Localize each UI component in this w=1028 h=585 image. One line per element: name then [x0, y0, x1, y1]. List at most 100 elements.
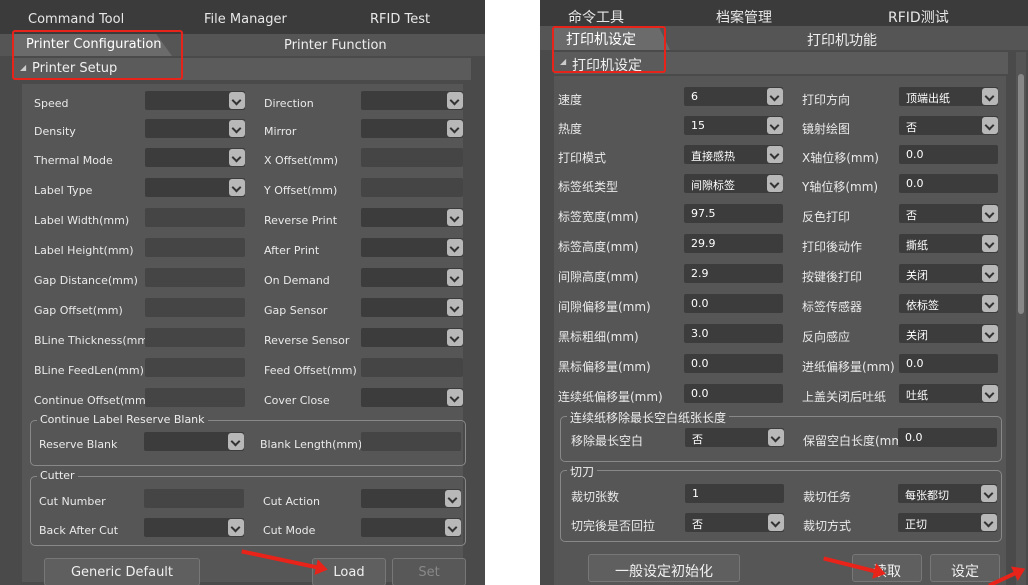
chevron-down-icon — [767, 175, 783, 192]
chevron-down-icon — [447, 389, 463, 406]
chevron-down-icon — [982, 325, 998, 342]
label-type-select[interactable] — [145, 178, 245, 197]
label-reverse-sensor: Reverse Sensor — [264, 334, 350, 347]
cut-action-select[interactable]: 每张都切 — [898, 484, 997, 503]
back-after-cut-select[interactable]: 否 — [685, 513, 784, 532]
speed-select[interactable] — [145, 91, 245, 110]
gap-offset-input[interactable] — [145, 298, 245, 317]
label-label-width: 标签宽度(mm) — [558, 210, 639, 224]
speed-select[interactable]: 6 — [684, 87, 783, 106]
on-demand-select[interactable] — [361, 268, 463, 287]
cut-mode-select[interactable]: 正切 — [898, 513, 997, 532]
chevron-down-icon — [445, 519, 461, 536]
blank-length-input[interactable]: 0.0 — [898, 428, 997, 447]
mirror-select[interactable]: 否 — [899, 116, 998, 135]
direction-select[interactable]: 顶端出纸 — [899, 87, 998, 106]
nav-file-manager[interactable]: File Manager — [204, 12, 287, 27]
bline-feedlen-input[interactable]: 0.0 — [684, 354, 783, 373]
density-select[interactable]: 15 — [684, 116, 783, 135]
gap-distance-input[interactable] — [145, 268, 245, 287]
label-height-input[interactable]: 29.9 — [684, 234, 783, 253]
bline-feedlen-input[interactable] — [145, 358, 245, 377]
generic-default-button[interactable]: Generic Default — [44, 558, 200, 585]
bline-thickness-input[interactable] — [145, 328, 245, 347]
gap-sensor-select[interactable] — [361, 298, 463, 317]
label-thermal-mode: Thermal Mode — [34, 154, 113, 167]
nav-rfid-test[interactable]: RFID Test — [370, 12, 430, 27]
chevron-down-icon — [229, 92, 245, 109]
feed-offset-input[interactable]: 0.0 — [899, 354, 998, 373]
y-offset-input[interactable] — [361, 178, 463, 197]
gap-distance-input[interactable]: 2.9 — [684, 264, 783, 283]
gap-offset-input[interactable]: 0.0 — [684, 294, 783, 313]
y-offset-input[interactable]: 0.0 — [899, 174, 998, 193]
reverse-print-select[interactable] — [361, 208, 463, 227]
cover-close-select[interactable]: 吐纸 — [899, 384, 998, 403]
label-cut-action: 裁切任务 — [803, 490, 852, 504]
nav-rfid-test[interactable]: RFID测试 — [888, 7, 949, 27]
reverse-sensor-select[interactable] — [361, 328, 463, 347]
x-offset-input[interactable] — [361, 148, 463, 167]
label-type-select[interactable]: 间隙标签 — [684, 174, 783, 193]
bline-thickness-input[interactable]: 3.0 — [684, 324, 783, 343]
set-button[interactable]: 设定 — [930, 554, 1000, 582]
tab-printer-function[interactable]: 打印机功能 — [807, 30, 877, 50]
chevron-down-icon — [229, 149, 245, 166]
label-cut-action: Cut Action — [263, 495, 320, 508]
chevron-down-icon — [228, 433, 244, 450]
gap-sensor-select[interactable]: 依标签 — [899, 294, 998, 313]
reserve-blank-group: 连续纸移除最长空白纸张长度 移除最长空白 否 保留空白长度(mm) 0.0 — [560, 409, 1002, 462]
reverse-print-select[interactable]: 否 — [899, 204, 998, 223]
label-mirror: Mirror — [264, 125, 297, 138]
back-after-cut-select[interactable] — [144, 518, 244, 537]
feed-offset-input[interactable] — [361, 358, 463, 377]
label-after-print: 打印後动作 — [802, 240, 863, 254]
label-height-input[interactable] — [145, 238, 245, 257]
chevron-down-icon — [447, 120, 463, 137]
scrollbar-thumb[interactable] — [1018, 74, 1024, 314]
blank-length-input[interactable] — [361, 432, 461, 451]
chevron-down-icon — [229, 120, 245, 137]
set-button[interactable]: Set — [392, 558, 466, 585]
chinese-printer-panel: 命令工具 档案管理 RFID测试 打印机设定 打印机功能 ◢ 打印机设定 速度 … — [540, 0, 1028, 585]
reverse-sensor-select[interactable]: 关闭 — [899, 324, 998, 343]
label-bline-thickness: 黑标粗细(mm) — [558, 330, 639, 344]
cut-action-select[interactable] — [361, 489, 461, 508]
cut-number-input[interactable] — [144, 489, 244, 508]
reserve-blank-select[interactable] — [144, 432, 244, 451]
chevron-down-icon — [982, 295, 998, 312]
label-bline-feedlen: BLine FeedLen(mm) — [34, 364, 144, 377]
chevron-down-icon — [228, 519, 244, 536]
after-print-select[interactable]: 撕纸 — [899, 234, 998, 253]
continue-offset-input[interactable] — [145, 388, 245, 407]
label-gap-sensor: 标签传感器 — [802, 300, 863, 314]
generic-default-button[interactable]: 一般设定初始化 — [588, 554, 740, 582]
chevron-down-icon — [982, 265, 998, 282]
label-on-demand: On Demand — [264, 274, 330, 287]
label-width-input[interactable]: 97.5 — [684, 204, 783, 223]
continue-offset-input[interactable]: 0.0 — [684, 384, 783, 403]
cut-mode-select[interactable] — [361, 518, 461, 537]
label-width-input[interactable] — [145, 208, 245, 227]
label-cut-mode: 裁切方式 — [803, 519, 852, 533]
thermal-mode-select[interactable] — [145, 148, 245, 167]
english-printer-panel: Command Tool File Manager RFID Test Prin… — [0, 0, 485, 585]
nav-command-tool[interactable]: Command Tool — [28, 12, 124, 27]
label-label-type: 标签纸类型 — [558, 180, 619, 194]
nav-command-tool[interactable]: 命令工具 — [568, 7, 624, 27]
density-select[interactable] — [145, 119, 245, 138]
tab-printer-function[interactable]: Printer Function — [284, 38, 387, 53]
reserve-blank-select[interactable]: 否 — [685, 428, 784, 447]
direction-select[interactable] — [361, 91, 463, 110]
on-demand-select[interactable]: 关闭 — [899, 264, 998, 283]
cut-number-input[interactable]: 1 — [685, 484, 784, 503]
x-offset-input[interactable]: 0.0 — [899, 145, 998, 164]
cutter-group: Cutter Cut Number Cut Action Back After … — [30, 469, 466, 546]
nav-file-manager[interactable]: 档案管理 — [716, 7, 772, 27]
group-title: Cutter — [37, 469, 78, 482]
thermal-mode-select[interactable]: 直接感热 — [684, 145, 783, 164]
cover-close-select[interactable] — [361, 388, 463, 407]
mirror-select[interactable] — [361, 119, 463, 138]
after-print-select[interactable] — [361, 238, 463, 257]
vertical-scrollbar[interactable] — [1016, 52, 1026, 585]
